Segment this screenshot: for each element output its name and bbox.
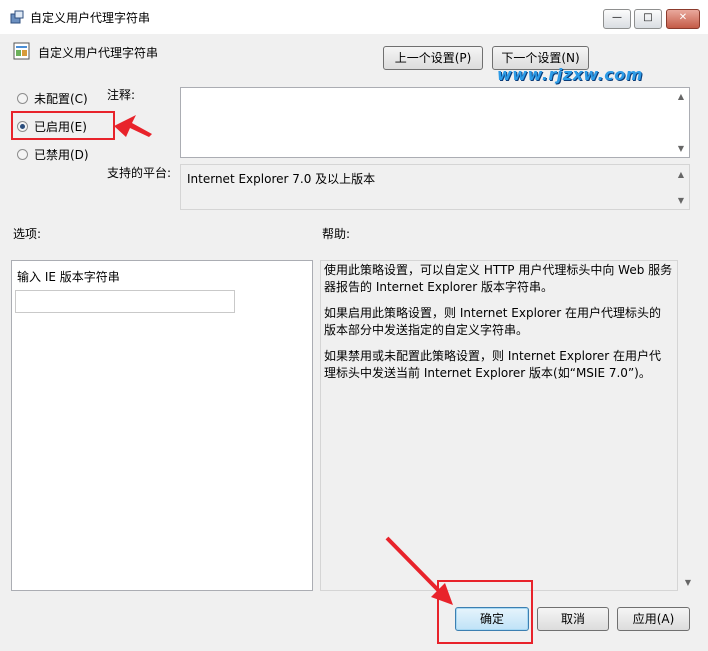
help-scroll-down-arrow-icon[interactable]: ▼ bbox=[682, 578, 694, 587]
ie-version-input[interactable] bbox=[15, 290, 235, 313]
maximize-button[interactable]: □ bbox=[634, 9, 662, 29]
minimize-button[interactable]: — bbox=[603, 9, 631, 29]
help-paragraph-1: 使用此策略设置，可以自定义 HTTP 用户代理标头中向 Web 服务器报告的 I… bbox=[324, 263, 673, 294]
help-paragraph-2: 如果启用此策略设置，则 Internet Explorer 在用户代理标头的版本… bbox=[324, 306, 662, 337]
radio-indicator bbox=[17, 149, 28, 160]
radio-label: 已禁用(D) bbox=[34, 148, 89, 162]
policy-name: 自定义用户代理字符串 bbox=[38, 46, 159, 60]
window-policy-icon bbox=[9, 9, 25, 25]
radio-label: 未配置(C) bbox=[34, 92, 88, 106]
apply-button[interactable]: 应用(A) bbox=[617, 607, 690, 631]
radio-indicator bbox=[17, 93, 28, 104]
window-title: 自定义用户代理字符串 bbox=[30, 11, 151, 25]
radio-not-configured[interactable]: 未配置(C) bbox=[17, 90, 97, 106]
help-label: 帮助: bbox=[322, 227, 351, 241]
settings-doc-icon bbox=[13, 42, 31, 60]
platform-value: Internet Explorer 7.0 及以上版本 bbox=[187, 172, 376, 186]
scroll-up-arrow-icon[interactable]: ▲ bbox=[675, 92, 687, 101]
ie-version-label: 输入 IE 版本字符串 bbox=[17, 270, 120, 284]
close-button[interactable]: ✕ bbox=[666, 9, 700, 29]
scroll-down-arrow-icon[interactable]: ▼ bbox=[675, 196, 687, 205]
help-panel: 使用此策略设置，可以自定义 HTTP 用户代理标头中向 Web 服务器报告的 I… bbox=[320, 260, 678, 591]
help-paragraph-3: 如果禁用或未配置此策略设置，则 Internet Explorer 在用户代理标… bbox=[324, 349, 662, 380]
scroll-down-arrow-icon[interactable]: ▼ bbox=[675, 144, 687, 153]
previous-setting-button[interactable]: 上一个设置(P) bbox=[383, 46, 483, 70]
radio-disabled[interactable]: 已禁用(D) bbox=[17, 146, 97, 162]
watermark: www.rjzxw.com bbox=[497, 65, 643, 84]
options-label: 选项: bbox=[13, 227, 42, 241]
annotation-arrow-icon bbox=[385, 536, 453, 605]
options-panel: 输入 IE 版本字符串 bbox=[11, 260, 313, 591]
annotation-arrow-icon bbox=[114, 115, 152, 137]
platform-box: Internet Explorer 7.0 及以上版本 ▲ ▼ bbox=[180, 164, 690, 210]
annotation-highlight-box bbox=[11, 111, 115, 140]
cancel-button[interactable]: 取消 bbox=[537, 607, 609, 631]
scroll-up-arrow-icon[interactable]: ▲ bbox=[675, 170, 687, 179]
platform-label: 支持的平台: bbox=[107, 166, 172, 180]
comment-label: 注释: bbox=[107, 88, 136, 102]
comment-textarea[interactable]: ▲ ▼ bbox=[180, 87, 690, 158]
